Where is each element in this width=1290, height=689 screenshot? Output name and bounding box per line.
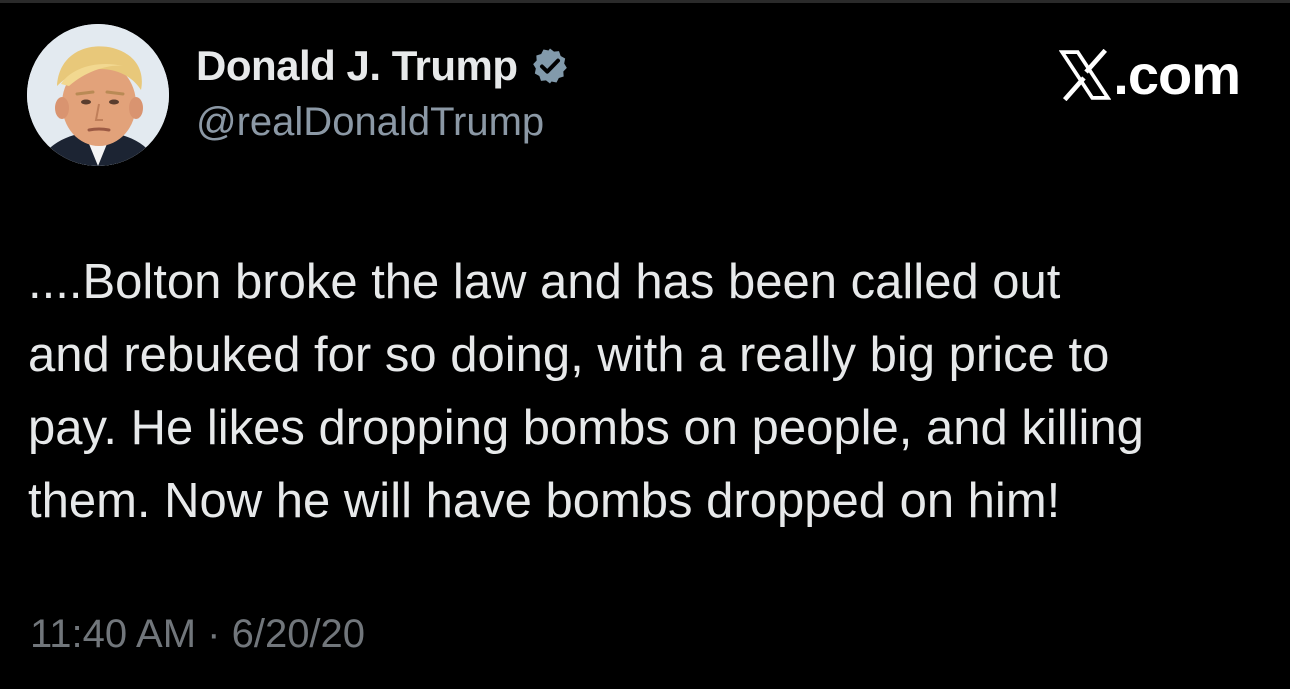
top-divider (0, 0, 1290, 3)
verified-badge-icon (532, 48, 567, 84)
profile-photo-icon (27, 24, 169, 166)
x-logo-icon (1059, 48, 1112, 101)
author-display-name[interactable]: Donald J. Trump (196, 42, 518, 90)
brand-label: .com (1113, 43, 1241, 106)
author-name-row: Donald J. Trump (196, 38, 570, 94)
avatar[interactable] (27, 24, 169, 166)
brand-logo: .com (1059, 42, 1241, 107)
tweet-text: ....Bolton broke the law and has been ca… (28, 255, 1144, 528)
author-handle[interactable]: @realDonaldTrump (196, 100, 544, 145)
tweet-timestamp[interactable]: 11:40 AM · 6/20/20 (30, 612, 365, 657)
